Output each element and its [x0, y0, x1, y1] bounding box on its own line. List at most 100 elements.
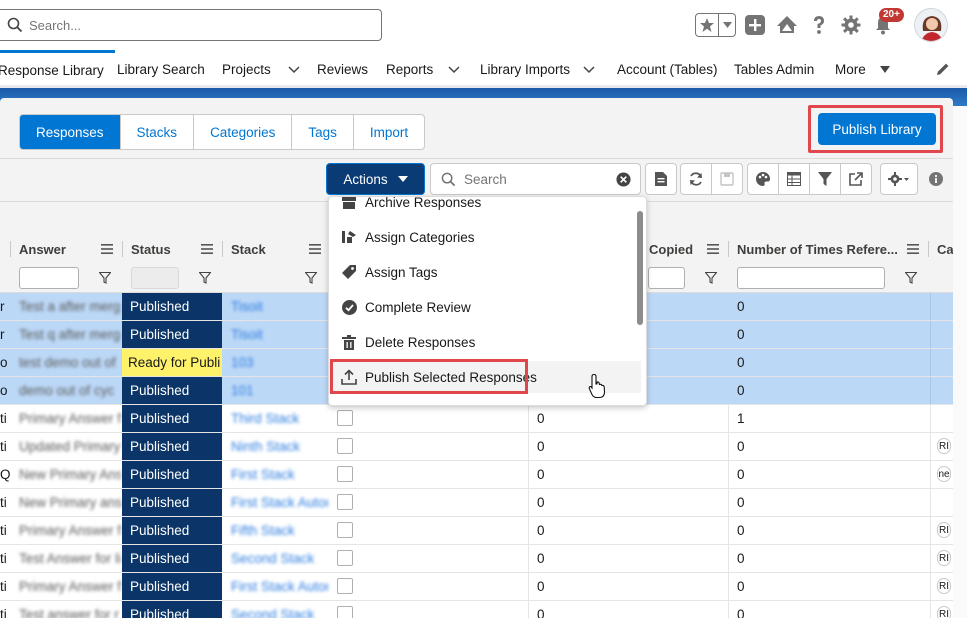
- column-menu-icon[interactable]: [309, 243, 321, 255]
- favorites-star-icon[interactable]: [696, 14, 720, 36]
- global-search-box[interactable]: [0, 9, 382, 41]
- table-row[interactable]: ti New Primary ans Published First Stack…: [0, 489, 953, 517]
- tab-stacks[interactable]: Stacks: [121, 115, 195, 149]
- column-header-copied[interactable]: Copied: [649, 235, 727, 263]
- tab-categories[interactable]: Categories: [194, 115, 293, 149]
- table-row[interactable]: ti Primary Answer f Published First Stac…: [0, 573, 953, 601]
- stack-link[interactable]: Ninth Stack: [231, 433, 328, 460]
- copied-filter-input[interactable]: [648, 267, 685, 289]
- table-row[interactable]: ti Updated Primary Published Ninth Stack…: [0, 433, 953, 461]
- palette-icon[interactable]: [747, 163, 779, 195]
- filter-icon[interactable]: [199, 272, 211, 284]
- review-checkbox[interactable]: [337, 410, 353, 426]
- page-scrollbar[interactable]: [953, 106, 967, 618]
- nav-item-response-library[interactable]: Response Library: [0, 50, 115, 88]
- actions-button[interactable]: Actions: [326, 163, 425, 195]
- table-view-icon[interactable]: [778, 163, 810, 195]
- export-document-icon[interactable]: [645, 163, 677, 195]
- chevron-down-icon[interactable]: [447, 62, 461, 76]
- review-checkbox[interactable]: [337, 438, 353, 454]
- column-header-answer[interactable]: Answer: [19, 235, 121, 263]
- filter-icon[interactable]: [705, 272, 717, 284]
- caret-down-icon[interactable]: [879, 65, 890, 73]
- settings-gear-icon[interactable]: [880, 163, 918, 195]
- save-icon[interactable]: [711, 163, 743, 195]
- filter-icon[interactable]: [809, 163, 841, 195]
- stack-link[interactable]: Second Stack: [231, 601, 328, 618]
- help-icon[interactable]: [806, 12, 832, 38]
- column-header-times-referenced[interactable]: Number of Times Refere...: [737, 235, 927, 263]
- user-avatar[interactable]: [914, 8, 948, 42]
- column-header-status[interactable]: Status: [131, 235, 221, 263]
- nav-item-reports[interactable]: Reports: [386, 50, 461, 88]
- stack-link[interactable]: Tisoit: [231, 293, 328, 320]
- publish-library-button[interactable]: Publish Library: [818, 113, 936, 145]
- stack-link[interactable]: 101: [231, 377, 328, 404]
- times-referenced-filter-input[interactable]: [737, 267, 885, 289]
- stack-link[interactable]: First Stack Autor: [231, 573, 328, 600]
- tab-import[interactable]: Import: [354, 115, 424, 149]
- refresh-icon[interactable]: [680, 163, 712, 195]
- grid-search-input[interactable]: [464, 171, 614, 187]
- nav-item-projects[interactable]: Projects: [222, 50, 301, 88]
- clear-search-icon[interactable]: [616, 172, 631, 187]
- nav-item-more[interactable]: More: [835, 50, 890, 88]
- favorites-dropdown-icon[interactable]: [719, 22, 735, 28]
- review-checkbox[interactable]: [337, 494, 353, 510]
- menu-item-assign-categories[interactable]: Assign Categories: [329, 221, 641, 253]
- nav-item-library-imports[interactable]: Library Imports: [480, 50, 596, 88]
- answer-filter-input[interactable]: [19, 267, 79, 289]
- chevron-down-icon[interactable]: [287, 62, 301, 76]
- review-checkbox[interactable]: [337, 522, 353, 538]
- tab-responses[interactable]: Responses: [20, 115, 121, 149]
- chevron-down-icon[interactable]: [582, 62, 596, 76]
- column-header-stack[interactable]: Stack: [231, 235, 329, 263]
- menu-item-delete-responses[interactable]: Delete Responses: [329, 326, 641, 358]
- notifications-bell-icon[interactable]: 20+: [870, 8, 904, 38]
- stack-link[interactable]: Second Stack: [231, 545, 328, 572]
- column-header-categories[interactable]: Cat: [937, 235, 953, 263]
- nav-item-account-tables[interactable]: Account (Tables): [617, 50, 718, 88]
- trailhead-icon[interactable]: [774, 12, 800, 38]
- review-checkbox[interactable]: [337, 578, 353, 594]
- review-checkbox[interactable]: [337, 606, 353, 618]
- nav-item-tables-admin[interactable]: Tables Admin: [734, 50, 814, 88]
- menu-item-complete-review[interactable]: Complete Review: [329, 291, 641, 323]
- nav-item-library-search[interactable]: Library Search: [117, 50, 205, 88]
- stack-link[interactable]: Fifth Stack: [231, 517, 328, 544]
- column-menu-icon[interactable]: [907, 243, 919, 255]
- stack-link[interactable]: Tisoit: [231, 321, 328, 348]
- table-row[interactable]: ti Test answer for r Published Second St…: [0, 601, 953, 618]
- table-row[interactable]: ti Test Answer for li Published Second S…: [0, 545, 953, 573]
- menu-item-archive-responses[interactable]: Archive Responses: [329, 197, 641, 218]
- tab-tags[interactable]: Tags: [292, 115, 354, 149]
- global-create-icon[interactable]: [742, 12, 768, 38]
- info-icon[interactable]: [929, 172, 943, 189]
- review-checkbox[interactable]: [337, 550, 353, 566]
- column-menu-icon[interactable]: [707, 243, 719, 255]
- status-filter-input[interactable]: [131, 267, 179, 289]
- review-checkbox[interactable]: [337, 466, 353, 482]
- column-menu-icon[interactable]: [101, 243, 113, 255]
- column-menu-icon[interactable]: [201, 243, 213, 255]
- dropdown-scrollbar[interactable]: [637, 211, 643, 325]
- global-search-input[interactable]: [29, 17, 349, 33]
- stack-link[interactable]: Third Stack: [231, 405, 328, 432]
- filter-icon[interactable]: [905, 272, 917, 284]
- setup-gear-icon[interactable]: [838, 12, 864, 38]
- stack-link[interactable]: 103: [231, 349, 328, 376]
- filter-icon[interactable]: [305, 272, 317, 284]
- table-row[interactable]: Q New Primary Ans Published First Stack …: [0, 461, 953, 489]
- nav-item-reviews[interactable]: Reviews: [317, 50, 368, 88]
- filter-icon[interactable]: [99, 272, 111, 284]
- stack-link[interactable]: First Stack Autor: [231, 489, 328, 516]
- table-row[interactable]: ti Primary Answer f Published Third Stac…: [0, 405, 953, 433]
- menu-item-assign-tags[interactable]: Assign Tags: [329, 256, 641, 288]
- answer-cell: Test q after merg: [19, 327, 121, 342]
- edit-nav-pencil-icon[interactable]: [936, 50, 950, 88]
- favorites-group[interactable]: [695, 13, 736, 37]
- table-row[interactable]: ti Primary Answer f Published Fifth Stac…: [0, 517, 953, 545]
- stack-link[interactable]: First Stack: [231, 461, 328, 488]
- grid-search-box[interactable]: [430, 163, 641, 195]
- pop-out-icon[interactable]: [840, 163, 872, 195]
